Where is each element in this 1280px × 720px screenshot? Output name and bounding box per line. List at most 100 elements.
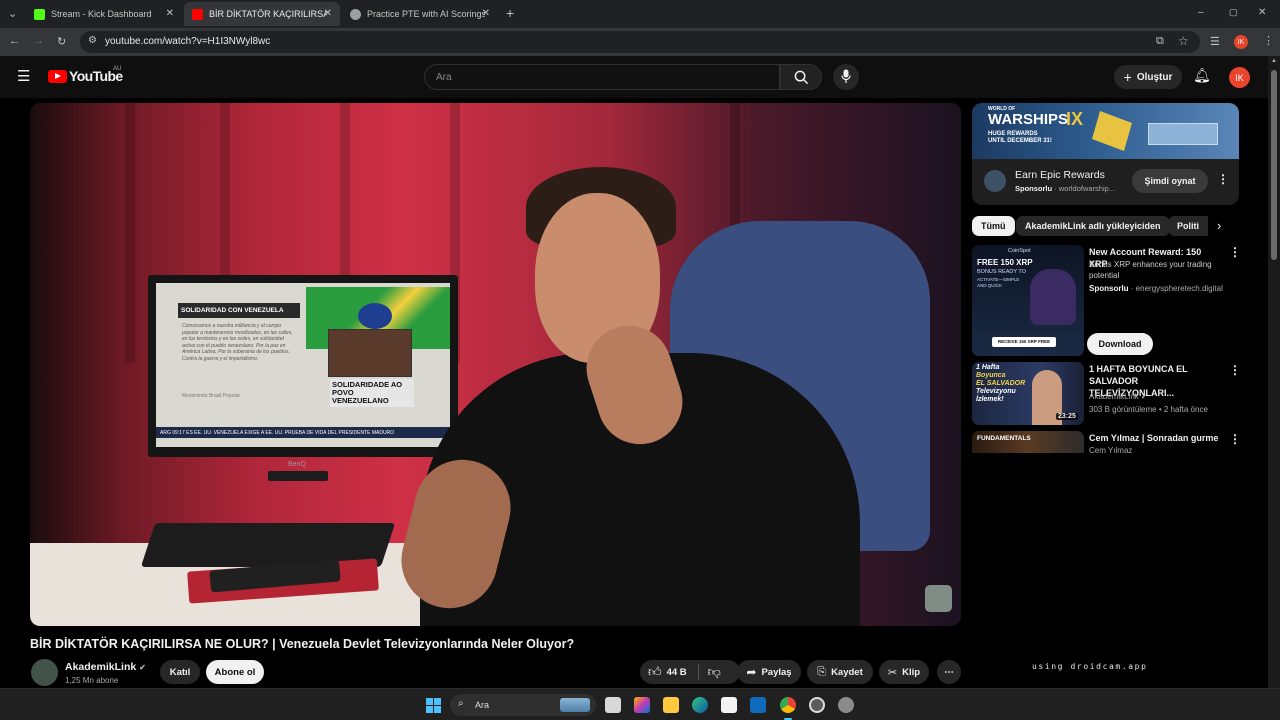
like-button[interactable]: 👍︎ 44 B [648,664,687,680]
tab-search-icon[interactable]: ⌄ [8,7,17,20]
ad-advertiser-logo-icon[interactable] [984,170,1006,192]
browser-menu-icon[interactable]: ⋮ [1263,34,1274,47]
thumb-line3: EL SALVADOR [976,380,1026,387]
reload-icon[interactable]: ↻ [57,35,66,48]
like-divider [697,664,699,680]
install-app-icon[interactable]: ⧉ [1156,35,1164,48]
rec-more-icon[interactable]: ⋮ [1229,432,1241,446]
thumb-line1: FREE 150 XRP [977,258,1033,267]
edge-browser-icon[interactable] [692,697,708,713]
thumb-line2: BONUS READY TO [977,269,1026,275]
close-window-icon[interactable]: ✕ [1258,7,1266,18]
close-tab-icon[interactable]: ✕ [324,8,332,19]
copilot-icon[interactable] [634,697,650,713]
scrollbar-thumb[interactable] [1271,70,1277,260]
account-avatar[interactable]: IK [1229,67,1250,88]
video-thumbnail[interactable]: 1 Hafta Boyunca EL SALVADOR Televizyonu … [972,362,1084,425]
close-tab-icon[interactable]: ✕ [166,8,174,19]
address-bar[interactable]: ⚙ youtube.com/watch?v=H1I3NWyl8wc ⧉ ☆ [80,31,1200,53]
channel-avatar[interactable] [31,659,58,686]
voice-search-button[interactable] [833,64,859,90]
channel-watermark-icon[interactable] [925,585,952,612]
download-button[interactable]: Download [1087,333,1153,355]
save-button[interactable]: ⎘ Kaydet [807,660,873,684]
youtube-logo-icon[interactable] [48,70,67,83]
bookmark-star-icon[interactable]: ☆ [1178,34,1189,48]
share-label: Paylaş [761,666,792,678]
ad-title[interactable]: Earn Epic Rewards [1015,169,1105,181]
sponsored-thumbnail[interactable]: CoinSpot FREE 150 XRP BONUS READY TO ACT… [972,245,1084,356]
ad-banner-chest [1148,123,1218,145]
file-explorer-icon[interactable] [663,697,679,713]
create-label: Oluştur [1136,71,1173,83]
clip-button[interactable]: ✂ Klip [879,660,929,684]
maximize-icon[interactable]: ▢ [1229,7,1238,18]
chip-from-uploader[interactable]: AkademikLink adlı yükleyiciden [1016,216,1170,236]
ad-more-icon[interactable]: ⋮ [1217,172,1229,186]
tab-list-icon[interactable]: ☰ [1210,35,1220,48]
rec-more-icon[interactable]: ⋮ [1229,363,1241,377]
subscribe-button[interactable]: Abone ol [206,660,264,684]
join-button[interactable]: Katıl [160,660,200,684]
windows-start-icon[interactable] [426,698,441,713]
create-button[interactable]: + Oluştur [1114,65,1182,89]
outlook-icon[interactable] [750,697,766,713]
search-input[interactable]: Ara [424,64,780,90]
rec-channel[interactable]: AkademikLink ✔ [1089,391,1147,403]
dislike-button-icon[interactable]: 👎︎ [708,664,721,680]
rec-channel-name[interactable]: AkademikLink [1089,392,1139,401]
ad-banner-image[interactable]: WORLD OF WARSHIPS HUGE REWARDS UNTIL DEC… [972,103,1239,159]
video-thumbnail[interactable]: FUNDAMENTALS [972,431,1084,453]
save-icon: ⎘ [817,665,827,678]
share-button[interactable]: ➦ Paylaş [737,660,801,684]
video-duration: 23:25 [1056,413,1078,420]
site-info-icon[interactable]: ⚙ [88,35,97,46]
chip-all[interactable]: Tümü [972,216,1015,236]
back-arrow-icon[interactable]: ← [9,35,20,47]
rec-age: 2 hafta önce [1163,405,1208,414]
rec-more-icon[interactable]: ⋮ [1229,245,1241,259]
share-arrow-icon: ➦ [746,665,757,679]
ad-banner-title: WARSHIPS [988,111,1069,128]
forward-arrow-icon[interactable]: → [33,35,44,47]
chrome-browser-icon[interactable] [780,697,796,713]
search-button[interactable] [780,64,822,90]
rec-sponsored-label: Sponsorlu [1089,284,1129,293]
rec-channel-clip: Cem Yılmaz [1089,445,1229,453]
close-tab-icon[interactable]: ✕ [482,8,490,19]
channel-name[interactable]: AkademikLink ✔ [65,661,146,673]
rec-channel[interactable]: Cem Yılmaz [1089,445,1132,453]
thumb-line3: ACTIVATE—SIMPLE AND QUICK [977,277,1020,288]
taskbar-search-box[interactable]: ⌕ Ara [450,694,596,716]
droidcam-overlay-text: using droidcam.app [1032,662,1148,671]
hamburger-menu-icon[interactable]: ☰ [17,67,30,85]
region-label: AU [113,66,122,72]
chip-politics[interactable]: Politi [1168,216,1208,236]
minimize-icon[interactable]: – [1198,7,1204,18]
plus-icon: + [1123,69,1132,85]
microsoft-store-icon[interactable] [721,697,737,713]
profile-avatar[interactable]: IK [1234,35,1248,49]
screen-signature: Movimiento Brasil Popular [182,393,241,399]
settings-gear-icon[interactable] [838,697,854,713]
ad-banner-sub-2: UNTIL DECEMBER 31! [988,138,1052,144]
monitor: SOLIDARIDAD CON VENEZUELA Convocamos a n… [148,275,458,457]
obs-studio-icon[interactable] [809,697,825,713]
url-text[interactable]: youtube.com/watch?v=H1I3NWyl8wc [105,36,270,47]
tab-youtube-video[interactable]: BİR DİKTATÖR KAÇIRILIRSA NE ✕ [184,2,340,26]
rec-sponsor-line: Sponsorlu · energyspheretech.digital [1089,283,1223,294]
tab-kick-dashboard[interactable]: Stream - Kick Dashboard ✕ [26,2,182,26]
sponsored-ad-card[interactable]: WORLD OF WARSHIPS HUGE REWARDS UNTIL DEC… [972,103,1239,205]
scroll-up-arrow-icon[interactable]: ▲ [1271,58,1277,64]
channel-name-text[interactable]: AkademikLink [65,661,136,673]
more-actions-icon[interactable]: ⋯ [937,660,961,684]
page-scrollbar[interactable]: ▲ [1268,56,1280,688]
chips-next-arrow-icon[interactable]: › [1217,218,1221,233]
ad-play-now-button[interactable]: Şimdi oynat [1132,169,1208,193]
task-view-icon[interactable] [605,697,621,713]
notifications-bell-icon[interactable]: 🔔︎ [1193,67,1211,84]
new-tab-button[interactable]: + [506,5,514,21]
tab-pte-practice[interactable]: Practice PTE with AI Scorings - ✕ [342,2,498,26]
rec-title[interactable]: Cem Yılmaz | Sonradan gurme [1089,432,1221,444]
video-player[interactable]: SOLIDARIDAD CON VENEZUELA Convocamos a n… [30,103,961,626]
